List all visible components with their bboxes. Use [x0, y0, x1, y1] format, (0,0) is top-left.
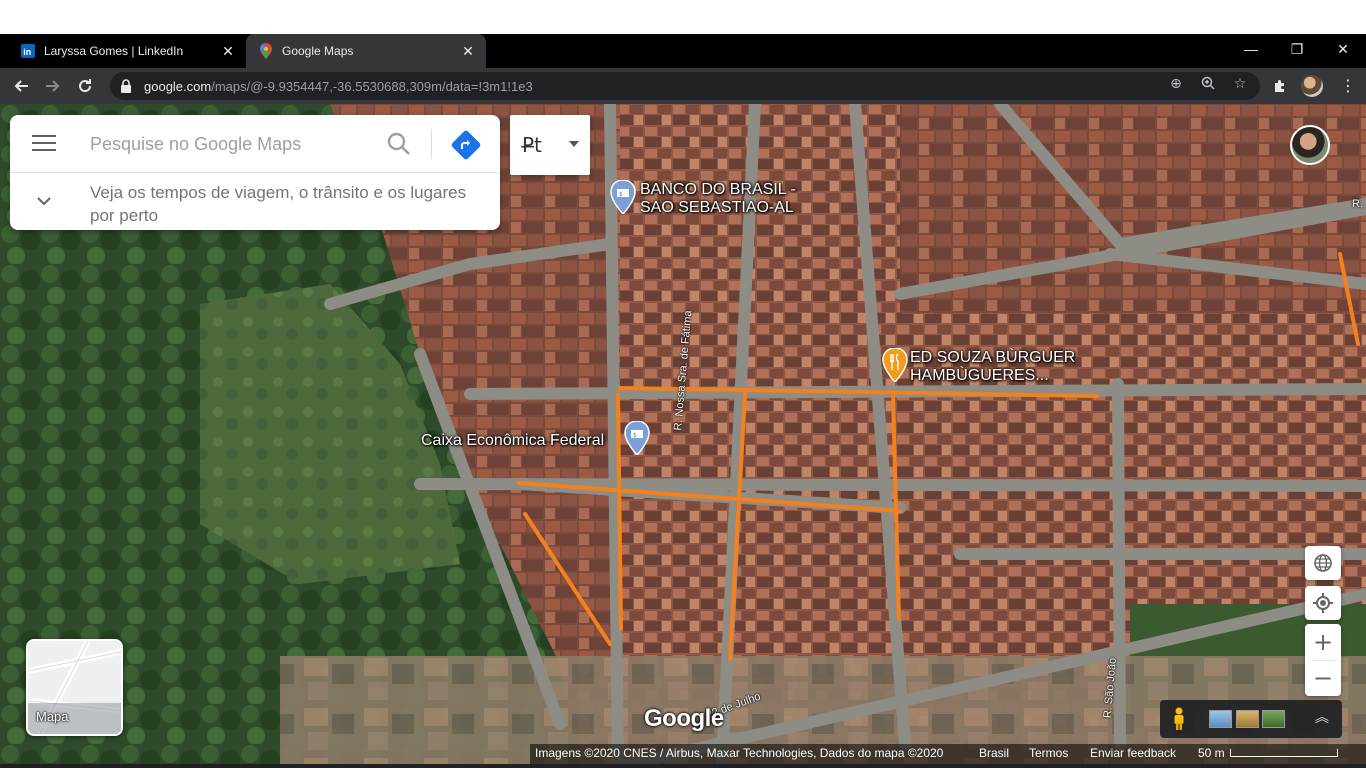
zoom-in-icon[interactable]: + — [1305, 624, 1341, 660]
imagery-attribution: Imagens ©2020 CNES / Airbus, Maxar Techn… — [535, 746, 944, 760]
tab-title: Google Maps — [282, 44, 354, 58]
menu-kebab-icon[interactable]: ⋮ — [1340, 76, 1356, 96]
tab-bar: in Laryssa Gomes | LinkedIn ✕ Google Map… — [0, 34, 1366, 96]
browser-toolbar: google.com/maps/@-9.9354447,-36.5530688,… — [0, 68, 1366, 104]
place-label-banco-brasil[interactable]: BANCO DO BRASIL - SAO SEBASTIAO-AL — [640, 181, 796, 217]
layer-switcher[interactable]: Mapa — [26, 639, 123, 736]
place-label-ed-souza[interactable]: ED SOUZA BÙRGUER HAMBÙGUERES... — [910, 349, 1075, 385]
close-tab-icon[interactable]: ✕ — [218, 43, 238, 60]
my-location-icon[interactable] — [1305, 586, 1341, 620]
svg-text:$: $ — [619, 191, 623, 198]
layer-switcher-label: Mapa — [36, 709, 69, 724]
globe-icon[interactable] — [1305, 546, 1341, 580]
chevron-down-icon[interactable] — [36, 193, 52, 209]
imagery-thumb-terrain[interactable] — [1236, 710, 1259, 728]
linkedin-icon: in — [20, 43, 36, 59]
input-tools-label: P̶t — [522, 133, 542, 157]
zoom-out-icon[interactable]: − — [1305, 660, 1341, 696]
chevron-up-icon[interactable]: ︽ — [1315, 707, 1329, 727]
back-icon[interactable] — [6, 68, 36, 104]
place-line: ED SOUZA BÙRGUER — [910, 349, 1076, 366]
close-tab-icon[interactable]: ✕ — [458, 43, 478, 60]
scale-bar — [1230, 749, 1338, 757]
bank-pin-icon[interactable]: $ — [624, 421, 650, 455]
imagery-thumb-water[interactable] — [1209, 710, 1232, 728]
input-tools[interactable]: P̶t — [510, 115, 590, 175]
input-tools-caret-icon[interactable] — [569, 141, 579, 147]
search-panel: Veja os tempos de viagem, o trânsito e o… — [10, 115, 500, 230]
window-top-area — [0, 0, 1366, 34]
place-line: BANCO DO BRASIL - — [640, 181, 796, 198]
url-host: google.com — [144, 78, 212, 94]
feedback-link[interactable]: Enviar feedback — [1090, 746, 1176, 760]
divider — [431, 129, 432, 159]
close-window-icon[interactable]: ✕ — [1320, 34, 1366, 64]
place-label-caixa[interactable]: Caixa Econômica Federal — [421, 432, 604, 450]
google-maps-icon — [258, 43, 274, 59]
restore-icon[interactable]: ❐ — [1274, 34, 1320, 64]
zoom-icon[interactable] — [1200, 75, 1216, 91]
svg-text:$: $ — [633, 432, 637, 439]
directions-icon[interactable] — [451, 130, 481, 160]
minimize-icon[interactable]: — — [1228, 34, 1274, 64]
search-icon[interactable] — [386, 131, 412, 157]
street-label: R. — [1352, 198, 1363, 210]
pegman-icon[interactable] — [1170, 707, 1188, 731]
svg-text:in: in — [23, 47, 31, 57]
reload-icon[interactable] — [70, 68, 100, 104]
zoom-controls: + − — [1305, 624, 1341, 696]
place-line: HAMBÙGUERES... — [910, 367, 1049, 384]
url-path: /maps/@-9.9354447,-36.5530688,309m/data=… — [211, 78, 533, 94]
restaurant-pin-icon[interactable] — [882, 348, 908, 382]
taskbar-strip — [0, 764, 1366, 768]
travel-times-text: Veja os tempos de viagem, o trânsito e o… — [90, 183, 467, 225]
tab-title: Laryssa Gomes | LinkedIn — [44, 44, 184, 58]
place-line: SAO SEBASTIAO-AL — [640, 199, 794, 216]
bookmark-star-icon[interactable]: ☆ — [1232, 75, 1248, 91]
account-avatar[interactable] — [1290, 125, 1330, 165]
tab-linkedin[interactable]: in Laryssa Gomes | LinkedIn ✕ — [8, 34, 246, 68]
scale-label[interactable]: 50 m — [1198, 746, 1225, 760]
imagery-thumb-nature[interactable] — [1262, 710, 1285, 728]
imagery-bar: ︽ — [1160, 700, 1342, 738]
url-text: google.com/maps/@-9.9354447,-36.5530688,… — [144, 79, 533, 94]
search-row — [10, 115, 500, 173]
travel-times-row[interactable]: Veja os tempos de viagem, o trânsito e o… — [10, 173, 500, 230]
lock-icon[interactable] — [120, 79, 134, 93]
search-input[interactable] — [90, 132, 380, 156]
bank-pin-icon[interactable]: $ — [610, 180, 636, 214]
menu-icon[interactable] — [32, 135, 56, 153]
address-bar[interactable]: google.com/maps/@-9.9354447,-36.5530688,… — [110, 72, 1260, 100]
google-logo: Google — [644, 705, 724, 732]
tab-google-maps[interactable]: Google Maps ✕ — [246, 34, 486, 68]
forward-icon[interactable] — [38, 68, 68, 104]
extensions-icon[interactable] — [1272, 78, 1288, 94]
terms-link[interactable]: Termos — [1029, 746, 1068, 760]
install-app-icon[interactable]: ⊕ — [1168, 75, 1184, 91]
country-link[interactable]: Brasil — [979, 746, 1009, 760]
profile-avatar[interactable] — [1301, 75, 1323, 97]
